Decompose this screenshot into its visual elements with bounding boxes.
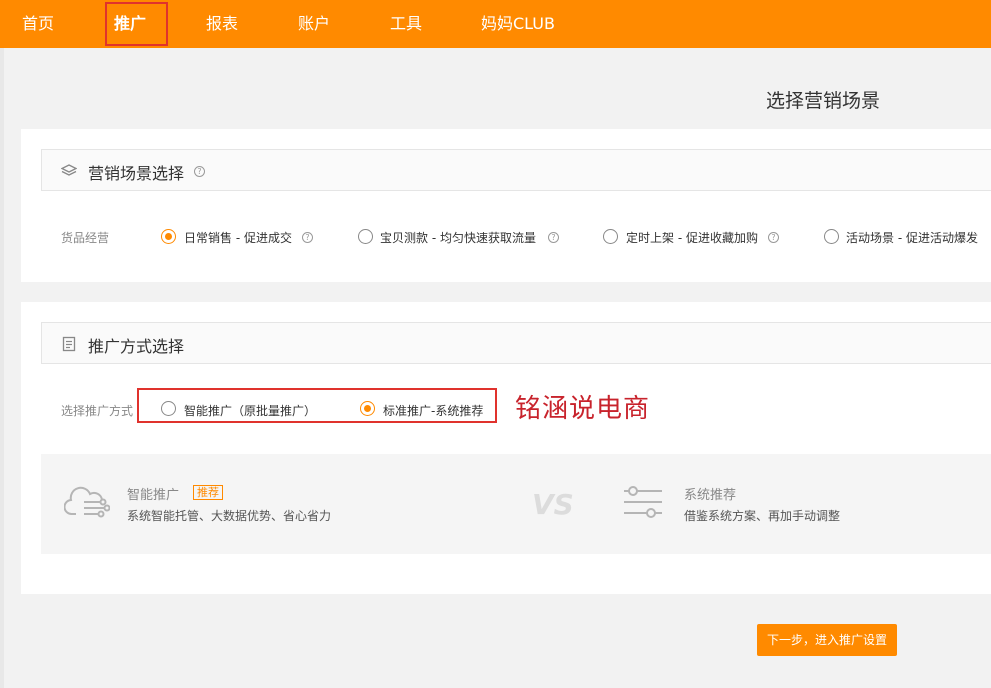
left-edge-strip bbox=[0, 48, 4, 688]
system-recommend-desc: 借鉴系统方案、再加手动调整 bbox=[684, 509, 841, 523]
next-step-button[interactable]: 下一步，进入推广设置 bbox=[757, 624, 897, 656]
radio-daily-sales-label[interactable]: 日常销售 - 促进成交 bbox=[184, 229, 292, 246]
vs-text: VS bbox=[532, 488, 574, 521]
sliders-icon bbox=[624, 486, 662, 518]
recommended-badge: 推荐 bbox=[193, 485, 223, 500]
help-icon[interactable]: ? bbox=[548, 232, 559, 243]
smart-promotion-desc: 系统智能托管、大数据优势、省心省力 bbox=[127, 509, 332, 523]
watermark-text: 铭涵说电商 bbox=[515, 394, 651, 424]
nav-item-mama-club[interactable]: 妈妈CLUB bbox=[481, 0, 555, 48]
help-icon[interactable]: ? bbox=[194, 166, 205, 177]
system-recommend-title: 系统推荐 bbox=[684, 488, 737, 503]
nav-item-tools[interactable]: 工具 bbox=[390, 0, 422, 48]
radio-activity-scene[interactable] bbox=[824, 229, 839, 244]
layers-icon bbox=[61, 164, 77, 176]
help-icon[interactable]: ? bbox=[302, 232, 313, 243]
cloud-icon bbox=[64, 486, 110, 518]
radio-scheduled-listing-label[interactable]: 定时上架 - 促进收藏加购 bbox=[626, 229, 758, 246]
smart-promotion-title: 智能推广 bbox=[127, 488, 180, 503]
select-method-label: 选择推广方式 bbox=[61, 404, 134, 418]
active-nav-highlight-box bbox=[105, 2, 168, 46]
radio-product-test-label[interactable]: 宝贝测款 - 均匀快速获取流量 bbox=[380, 229, 536, 246]
nav-item-account[interactable]: 账户 bbox=[298, 0, 330, 48]
top-nav-bar: 首页 推广 报表 账户 工具 妈妈CLUB bbox=[0, 0, 991, 48]
scene-panel-header: 营销场景选择 ? bbox=[41, 149, 991, 191]
help-icon[interactable]: ? bbox=[768, 232, 779, 243]
method-panel-title: 推广方式选择 bbox=[88, 337, 185, 356]
radio-product-test[interactable] bbox=[358, 229, 373, 244]
nav-item-reports[interactable]: 报表 bbox=[206, 0, 238, 48]
scene-panel-title: 营销场景选择 bbox=[88, 164, 185, 183]
radio-activity-scene-label[interactable]: 活动场景 - 促进活动爆发 bbox=[846, 229, 978, 246]
radio-daily-sales[interactable] bbox=[161, 229, 176, 244]
document-icon bbox=[62, 336, 76, 352]
method-panel-header: 推广方式选择 bbox=[41, 322, 991, 364]
page-title: 选择营销场景 bbox=[766, 90, 881, 112]
radio-scheduled-listing[interactable] bbox=[603, 229, 618, 244]
comparison-area bbox=[41, 454, 991, 554]
nav-item-home[interactable]: 首页 bbox=[22, 0, 54, 48]
goods-operation-label: 货品经营 bbox=[61, 231, 110, 245]
method-highlight-box bbox=[137, 388, 497, 423]
